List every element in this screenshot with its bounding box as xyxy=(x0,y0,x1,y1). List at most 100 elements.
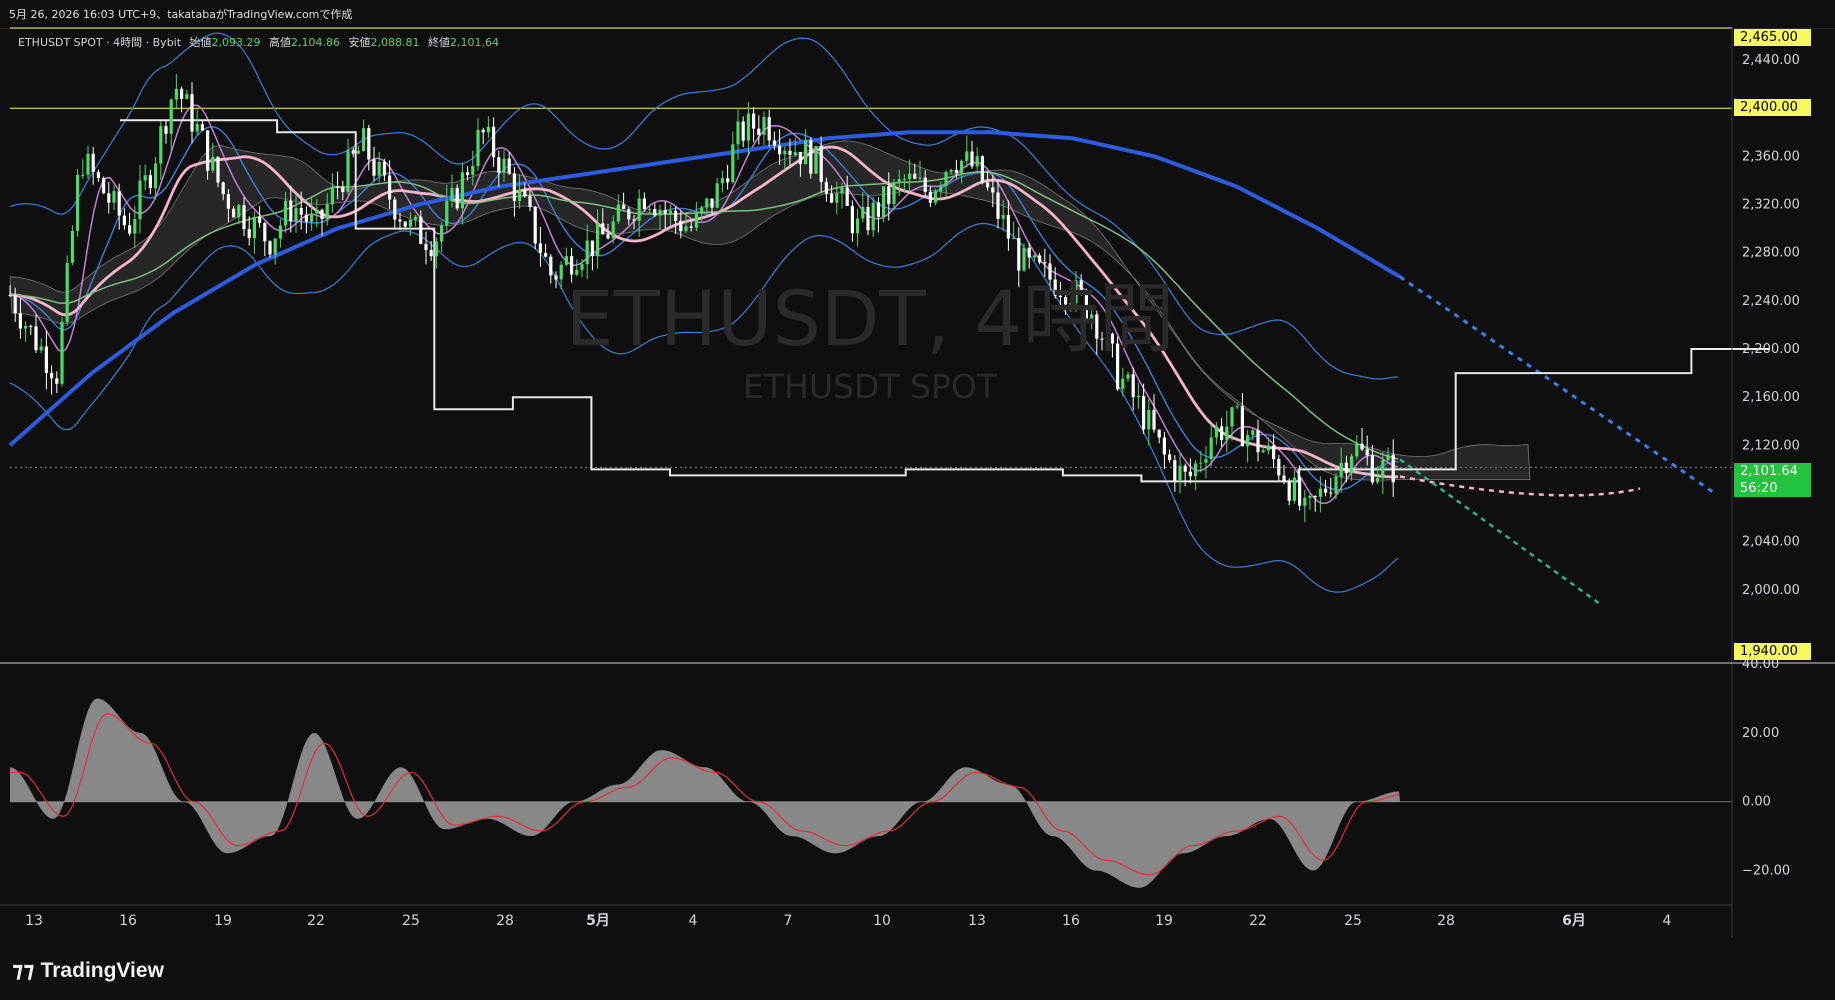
candle-body xyxy=(268,241,272,255)
tradingview-wordmark: TradingView xyxy=(40,958,164,982)
candle-body xyxy=(18,313,22,329)
candle-body xyxy=(538,243,542,254)
candle-body xyxy=(29,325,33,327)
candle-body xyxy=(460,172,464,209)
candle-body xyxy=(783,150,787,155)
candle-body xyxy=(169,99,173,134)
legend-low-label: 安値 xyxy=(348,36,371,49)
candle-body xyxy=(351,150,355,154)
candle-body xyxy=(824,181,828,194)
candle-body xyxy=(1162,437,1166,455)
candle-body xyxy=(684,226,688,232)
candle-body xyxy=(1334,476,1338,494)
time-tick-label: 13 xyxy=(968,913,986,929)
candle-body xyxy=(148,175,152,189)
candle-body xyxy=(398,219,402,222)
candle-body xyxy=(1324,488,1328,493)
candle-body xyxy=(1230,407,1234,427)
candle-body xyxy=(596,223,600,257)
candle-body xyxy=(1022,247,1026,271)
candle-body xyxy=(1308,496,1312,498)
candle-body xyxy=(466,172,470,176)
candle-body xyxy=(1344,462,1348,474)
candle-body xyxy=(107,193,111,203)
legend-close: 2,101.64 xyxy=(450,36,499,49)
candle-body xyxy=(668,210,672,214)
candle-body xyxy=(752,113,756,129)
candle-body xyxy=(159,126,163,164)
candle-body xyxy=(850,205,854,234)
price-tick-label: 2,120.00 xyxy=(1742,438,1800,453)
candle-body xyxy=(497,157,501,173)
candle-body xyxy=(949,169,953,172)
candle-body xyxy=(512,173,516,202)
candle-body xyxy=(476,129,480,167)
candle-body xyxy=(289,200,293,222)
candle-body xyxy=(34,326,38,351)
candle-body xyxy=(1287,481,1291,501)
candle-body xyxy=(330,186,334,205)
candle-body xyxy=(455,187,459,209)
candle-body xyxy=(705,198,709,208)
oscillator-area xyxy=(10,698,1400,888)
candle-body xyxy=(341,187,345,193)
candle-body xyxy=(778,145,782,155)
time-tick-label: 25 xyxy=(402,913,420,929)
candle-body xyxy=(1038,255,1042,263)
candle-body xyxy=(928,191,932,203)
time-tick-label: 4 xyxy=(689,913,698,929)
candle-body xyxy=(871,202,875,231)
candle-body xyxy=(122,215,126,226)
candle-body xyxy=(1152,409,1156,430)
candle-body xyxy=(174,88,178,100)
candle-body xyxy=(1318,488,1322,497)
candle-body xyxy=(1256,430,1260,453)
candle-body xyxy=(1017,237,1021,271)
candle-body xyxy=(362,128,366,152)
legend-high: 2,104.86 xyxy=(291,36,341,49)
price-tick-label: 2,360.00 xyxy=(1742,149,1800,164)
legend-close-label: 終値 xyxy=(428,36,450,49)
legend-low: 2,088.81 xyxy=(370,36,420,49)
candle-body xyxy=(559,264,563,280)
candle-body xyxy=(1194,463,1198,477)
candle-body xyxy=(1298,477,1302,506)
time-tick-label: 6月 xyxy=(1562,913,1586,929)
candle-body xyxy=(897,179,901,183)
price-label-top: 2,465.00 xyxy=(1734,29,1811,46)
legend-high-label: 高値 xyxy=(269,36,292,49)
candle-body xyxy=(112,191,116,203)
candle-body xyxy=(237,205,241,218)
candle-body xyxy=(226,194,230,209)
candle-body xyxy=(1386,454,1390,461)
candle-body xyxy=(1246,435,1250,447)
candle-body xyxy=(549,256,553,276)
candle-body xyxy=(856,218,860,234)
candle-body xyxy=(424,243,428,251)
candle-body xyxy=(611,221,615,239)
candle-body xyxy=(445,200,449,226)
price-chart[interactable]: ETHUSDT, 4時間 ETHUSDT SPOT 2,000.00 2,040.0… xyxy=(0,0,1835,940)
candle-body xyxy=(1339,462,1343,477)
candle-body xyxy=(1121,378,1125,390)
candle-body xyxy=(1027,247,1031,258)
time-tick-label: 10 xyxy=(873,913,891,929)
candle-body xyxy=(840,187,844,194)
candle-body xyxy=(393,199,397,220)
candle-body xyxy=(788,150,792,156)
candle-body xyxy=(81,174,85,176)
tradingview-logo[interactable]: ⁊⁊ TradingView xyxy=(12,958,164,983)
candle-body xyxy=(1183,465,1187,472)
candle-body xyxy=(892,182,896,204)
candle-body xyxy=(117,191,121,216)
candle-body xyxy=(1220,426,1224,440)
candle-body xyxy=(944,171,948,187)
price-tick-label: 2,240.00 xyxy=(1742,294,1800,309)
candle-body xyxy=(414,216,418,220)
watermark-main: ETHUSDT, 4時間 xyxy=(565,274,1174,363)
candle-body xyxy=(1235,406,1239,408)
candle-body xyxy=(190,94,194,132)
legend-open: 2,093.29 xyxy=(211,36,261,49)
candle-body xyxy=(232,208,236,218)
candle-body xyxy=(939,186,943,192)
